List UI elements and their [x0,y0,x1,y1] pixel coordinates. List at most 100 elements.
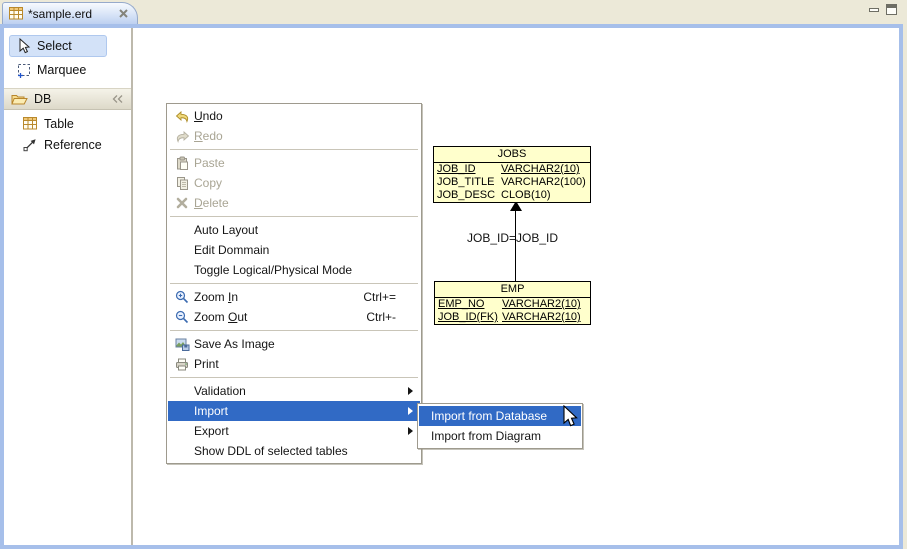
column-type: VARCHAR2(10) [502,311,581,324]
menu-item-label: Undo [194,109,223,123]
drawer-label: DB [34,92,51,106]
column-type: CLOB(10) [501,189,551,202]
zoom-out-icon [170,310,194,324]
select-cursor-icon [16,38,31,54]
submenu-arrow-icon [408,387,413,395]
menu-item-undo[interactable]: Undo [168,106,420,126]
menu-separator [170,377,418,378]
palette-item-label: Table [44,117,74,131]
column-type: VARCHAR2(10) [502,298,581,311]
marquee-icon [16,63,31,78]
erd-file-icon [9,7,23,20]
column-name: JOB_DESC [437,189,501,202]
tool-palette: Select Marquee DB Table Reference [4,28,133,545]
copy-icon [170,176,194,190]
editor-tab-bar: *sample.erd [0,0,907,24]
palette-drawer-items: Table Reference [4,110,131,155]
menu-item-label: Validation [194,384,246,398]
maximize-view-icon[interactable] [885,3,898,16]
menu-item-print[interactable]: Print [168,354,420,374]
undo-icon [170,110,194,123]
entity-name: JOBS [434,147,590,163]
relation-line[interactable] [515,211,516,281]
menu-item-label: Zoom Out [194,310,247,324]
submenu-item-import-from-diagram[interactable]: Import from Diagram [419,426,581,446]
minimize-view-icon[interactable] [868,4,880,16]
menu-item-save-as-image[interactable]: Save As Image [168,334,420,354]
relation-label: JOB_ID=JOB_ID [467,231,558,245]
menu-item-shortcut: Ctrl+- [366,310,418,324]
entity-column-job-id-fk: JOB_ID(FK)VARCHAR2(10) [435,311,590,324]
palette-tool-marquee[interactable]: Marquee [9,59,107,81]
menu-item-label: Redo [194,129,223,143]
submenu-arrow-icon [408,427,413,435]
menu-item-shortcut: Ctrl+= [363,290,418,304]
menu-item-label: Print [194,357,219,371]
entity-table-jobs[interactable]: JOBSJOB_IDVARCHAR2(10)JOB_TITLEVARCHAR2(… [433,146,591,203]
palette-tool-select[interactable]: Select [9,35,107,57]
column-name: JOB_TITLE [437,176,501,189]
column-type: VARCHAR2(100) [501,176,586,189]
redo-icon [170,130,194,143]
column-name: JOB_ID(FK) [438,311,502,324]
collapse-palette-icon[interactable] [111,94,124,105]
submenu-item-label: Import from Database [431,409,547,423]
reference-icon [23,138,37,152]
open-folder-icon [11,93,28,106]
menu-item-label: Import [194,404,228,418]
menu-item-toggle-logical-physical-mode[interactable]: Toggle Logical/Physical Mode [168,260,420,280]
palette-item-reference[interactable]: Reference [4,134,131,155]
editor-frame: Select Marquee DB Table Reference JOB_ID=J… [0,24,903,549]
submenu-item-label: Import from Diagram [431,429,541,443]
menu-item-paste[interactable]: Paste [168,153,420,173]
paste-icon [170,156,194,170]
column-name: EMP_NO [438,298,502,311]
menu-item-label: Auto Layout [194,223,258,237]
entity-column-job-desc: JOB_DESCCLOB(10) [434,189,590,202]
palette-tool-label: Select [37,39,72,53]
view-controls [868,3,898,16]
diagram-canvas[interactable]: JOB_ID=JOB_ID JOBSJOB_IDVARCHAR2(10)JOB_… [133,28,899,545]
menu-item-edit-dommain[interactable]: Edit Dommain [168,240,420,260]
column-name: JOB_ID [437,163,501,176]
menu-item-auto-layout[interactable]: Auto Layout [168,220,420,240]
tab-close-icon[interactable] [118,8,129,19]
menu-item-zoom-out[interactable]: Zoom Out Ctrl+- [168,307,420,327]
palette-item-label: Reference [44,138,102,152]
entity-column-emp-no: EMP_NOVARCHAR2(10) [435,298,590,311]
table-icon [23,117,37,130]
palette-tools: Select Marquee [4,28,131,81]
menu-separator [170,330,418,331]
entity-column-job-title: JOB_TITLEVARCHAR2(100) [434,176,590,189]
menu-item-show-ddl-of-selected-tables[interactable]: Show DDL of selected tables [168,441,420,461]
palette-drawer-db[interactable]: DB [4,88,131,110]
menu-item-label: Delete [194,196,229,210]
zoom-in-icon [170,290,194,304]
editor-tab[interactable]: *sample.erd [2,2,138,24]
delete-icon [170,197,194,209]
entity-name: EMP [435,282,590,298]
menu-item-copy[interactable]: Copy [168,173,420,193]
submenu-item-import-from-database[interactable]: Import from Database [419,406,581,426]
menu-item-export[interactable]: Export [168,421,420,441]
save-image-icon [170,338,194,351]
menu-separator [170,283,418,284]
menu-item-label: Zoom In [194,290,238,304]
menu-separator [170,149,418,150]
entity-table-emp[interactable]: EMPEMP_NOVARCHAR2(10)JOB_ID(FK)VARCHAR2(… [434,281,591,325]
palette-tool-label: Marquee [37,63,86,77]
menu-item-label: Toggle Logical/Physical Mode [194,263,352,277]
menu-item-import[interactable]: Import [168,401,420,421]
menu-item-zoom-in[interactable]: Zoom In Ctrl+= [168,287,420,307]
menu-item-validation[interactable]: Validation [168,381,420,401]
tab-title: *sample.erd [28,7,92,21]
column-type: VARCHAR2(10) [501,163,580,176]
import-submenu: Import from Database Import from Diagram [417,403,583,449]
print-icon [170,358,194,371]
menu-item-redo[interactable]: Redo [168,126,420,146]
entity-column-job-id: JOB_IDVARCHAR2(10) [434,163,590,176]
submenu-arrow-icon [408,407,413,415]
menu-separator [170,216,418,217]
menu-item-delete[interactable]: Delete [168,193,420,213]
palette-item-table[interactable]: Table [4,113,131,134]
